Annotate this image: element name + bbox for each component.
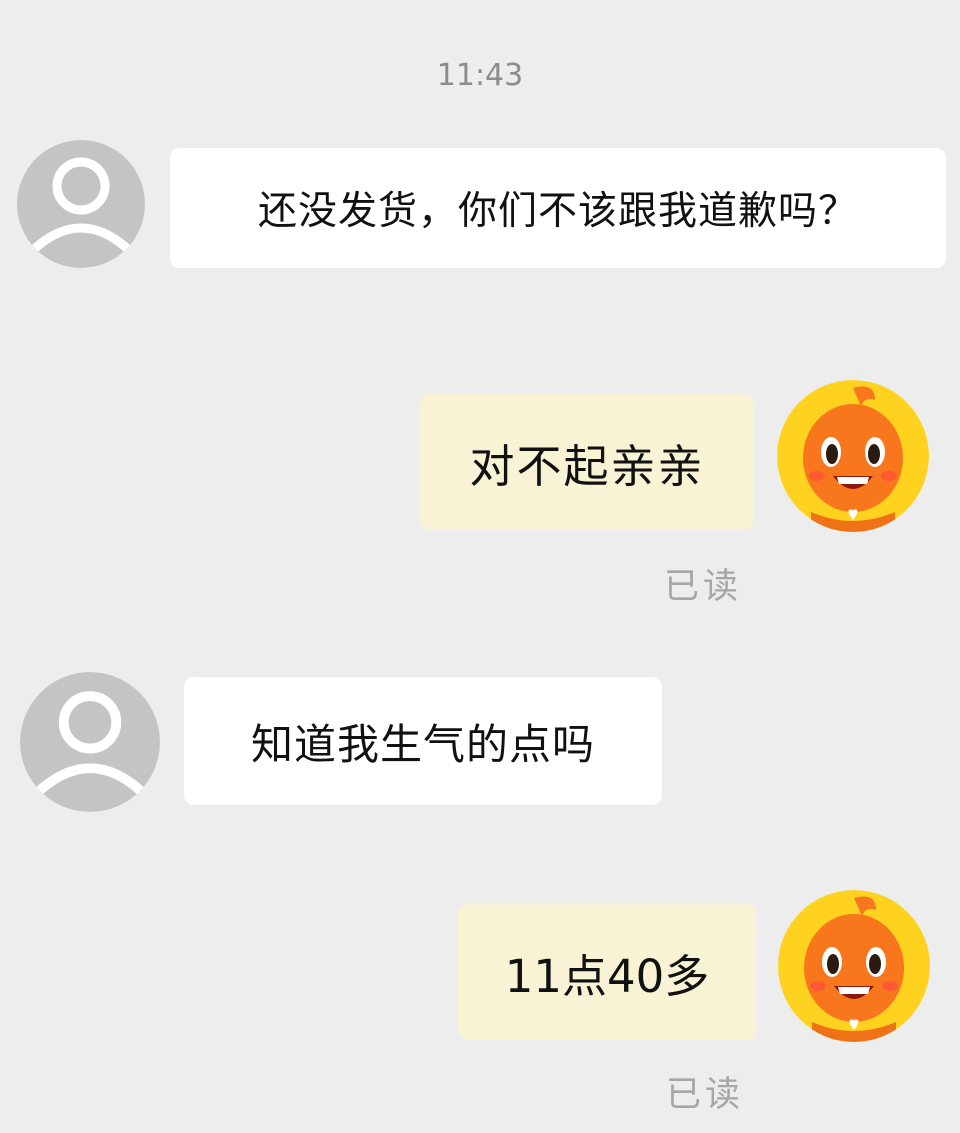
message-text: 11点40多 bbox=[504, 949, 710, 1003]
agent-avatar[interactable] bbox=[778, 890, 930, 1042]
customer-message-bubble[interactable]: 还没发货，你们不该跟我道歉吗？ bbox=[170, 148, 946, 268]
customer-avatar[interactable] bbox=[17, 140, 145, 268]
customer-avatar[interactable] bbox=[20, 672, 160, 812]
default-user-icon bbox=[17, 140, 145, 268]
default-user-icon bbox=[20, 672, 160, 812]
customer-message-bubble[interactable]: 知道我生气的点吗 bbox=[184, 677, 662, 805]
agent-message-bubble[interactable]: 11点40多 bbox=[458, 904, 756, 1040]
orange-mascot-icon bbox=[777, 380, 929, 532]
message-text: 还没发货，你们不该跟我道歉吗？ bbox=[257, 189, 858, 234]
agent-avatar[interactable] bbox=[777, 380, 929, 532]
message-text: 对不起亲亲 bbox=[469, 439, 705, 493]
message-text: 知道我生气的点吗 bbox=[250, 719, 595, 769]
read-status: 已读 bbox=[666, 1075, 745, 1115]
agent-message-bubble[interactable]: 对不起亲亲 bbox=[420, 394, 754, 530]
read-status: 已读 bbox=[664, 567, 743, 607]
chat-timestamp: 11:43 bbox=[436, 58, 524, 93]
orange-mascot-icon bbox=[778, 890, 930, 1042]
